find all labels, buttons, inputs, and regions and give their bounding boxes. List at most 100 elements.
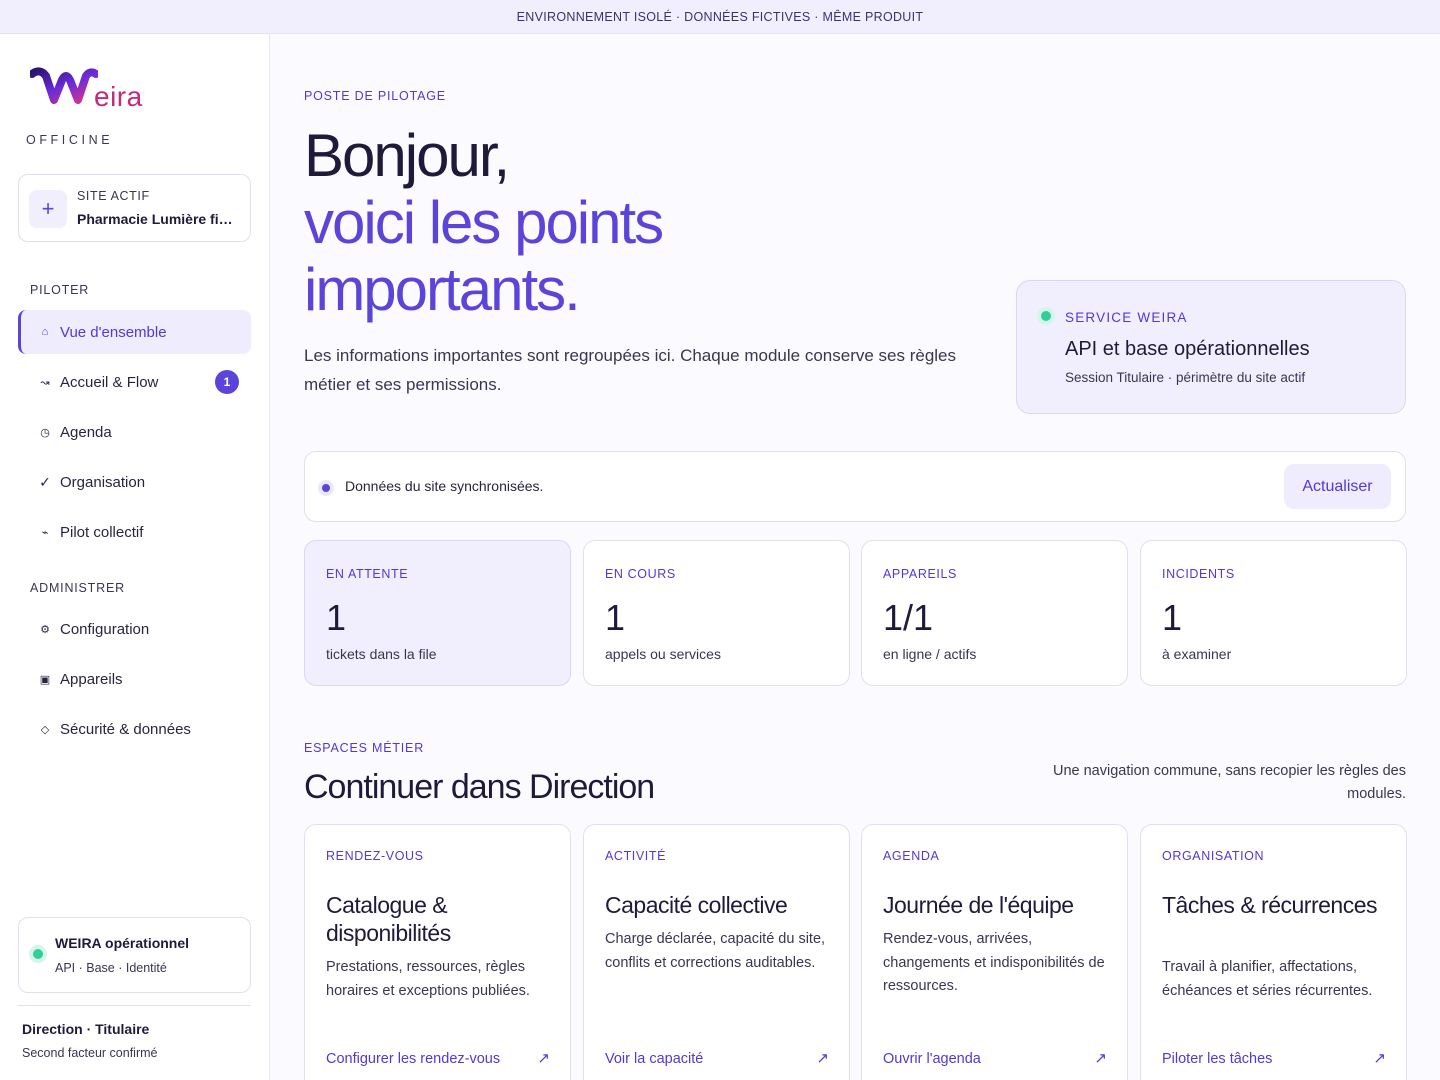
- site-label: SITE ACTIF: [77, 189, 150, 203]
- arrow-up-right-icon[interactable]: ↗: [816, 1049, 829, 1067]
- view-capacity-link[interactable]: Voir la capacité: [605, 1051, 703, 1067]
- service-title: API et base opérationnelles: [1065, 338, 1310, 360]
- stat-value: 1: [605, 597, 626, 638]
- stat-card-waiting[interactable]: EN ATTENTE 1 tickets dans la file: [304, 540, 571, 686]
- card-description: Rendez-vous, arrivées, changements et in…: [883, 931, 1105, 994]
- title-line-3: importants.: [304, 256, 581, 323]
- card-title: Journée de l'équipe: [883, 892, 1074, 918]
- device-icon: ▣: [39, 673, 51, 686]
- gear-icon: ⚙: [40, 623, 50, 636]
- sync-status-bar: Données du site synchronisées. Actualise…: [304, 451, 1406, 522]
- stat-subtitle: tickets dans la file: [326, 646, 437, 662]
- stat-value: 1: [1162, 597, 1183, 638]
- spaces-title: Continuer dans Direction: [304, 768, 655, 806]
- stat-label: APPAREILS: [883, 567, 957, 581]
- card-description: Prestations, ressources, règles horaires…: [326, 959, 530, 999]
- site-name: Pharmacie Lumière fictive: [77, 211, 239, 227]
- sidebar-item-label: Appareils: [60, 670, 123, 688]
- hero-eyebrow: POSTE DE PILOTAGE: [304, 89, 446, 103]
- plus-icon: +: [29, 190, 67, 228]
- service-subtitle: Session Titulaire · périmètre du site ac…: [1065, 370, 1306, 385]
- environment-banner: ENVIRONNEMENT ISOLÉ · DONNÉES FICTIVES ·…: [0, 0, 1440, 34]
- brand-subtitle: OFFICINE: [26, 133, 114, 147]
- diamond-icon: ◇: [40, 723, 50, 736]
- status-online-icon: [1041, 311, 1051, 321]
- sidebar-item-organisation[interactable]: ✓ Organisation: [18, 460, 251, 504]
- refresh-button[interactable]: Actualiser: [1284, 464, 1391, 509]
- stat-label: INCIDENTS: [1162, 567, 1235, 581]
- active-site-selector[interactable]: + SITE ACTIF Pharmacie Lumière fictive: [18, 174, 251, 242]
- nav-section-administrer: ADMINISTRER: [30, 581, 125, 595]
- card-label: ORGANISATION: [1162, 849, 1265, 863]
- spaces-note: Une navigation commune, sans recopier le…: [1052, 763, 1406, 802]
- space-card-activite[interactable]: ACTIVITÉ Capacité collective Charge décl…: [583, 824, 850, 1080]
- stat-subtitle: à examiner: [1162, 646, 1232, 662]
- sidebar-item-configuration[interactable]: ⚙ Configuration: [18, 607, 251, 651]
- spaces-eyebrow: ESPACES MÉTIER: [304, 741, 425, 755]
- home-icon: ⌂: [41, 326, 49, 338]
- service-label: SERVICE WEIRA: [1065, 310, 1188, 325]
- page-lead: Les informations importantes sont regrou…: [304, 346, 957, 394]
- title-line-1: Bonjour,: [304, 122, 510, 189]
- card-title: Capacité collective: [605, 892, 788, 918]
- sidebar-item-label: Sécurité & données: [60, 720, 191, 738]
- notification-badge: 1: [215, 370, 239, 394]
- sidebar-item-label: Configuration: [60, 620, 150, 638]
- sidebar-item-label: Accueil & Flow: [60, 373, 159, 391]
- stat-subtitle: en ligne / actifs: [883, 646, 977, 662]
- sidebar-item-label: Organisation: [60, 473, 146, 491]
- flow-icon: ↝: [40, 376, 50, 389]
- weira-logo-icon: [30, 67, 98, 104]
- sidebar-item-overview[interactable]: ⌂ Vue d'ensemble: [18, 310, 251, 354]
- stat-card-devices[interactable]: APPAREILS 1/1 en ligne / actifs: [861, 540, 1128, 686]
- card-description: Charge déclarée, capacité du site, confl…: [605, 931, 826, 971]
- status-title: WEIRA opérationnel: [55, 935, 190, 951]
- weira-logo[interactable]: eira: [30, 66, 143, 112]
- stat-card-incidents[interactable]: INCIDENTS 1 à examiner: [1140, 540, 1407, 686]
- sidebar: eira OFFICINE + SITE ACTIF Pharmacie Lum…: [0, 34, 270, 1080]
- arrow-up-right-icon[interactable]: ↗: [537, 1049, 550, 1067]
- configure-appointments-link[interactable]: Configurer les rendez-vous: [326, 1051, 500, 1067]
- card-label: AGENDA: [883, 849, 940, 863]
- space-card-organisation[interactable]: ORGANISATION Tâches & récurrences Travai…: [1140, 824, 1407, 1080]
- card-description: Travail à planifier, affectations, échéa…: [1162, 959, 1373, 999]
- sidebar-item-securite[interactable]: ◇ Sécurité & données: [18, 707, 251, 751]
- arrow-up-right-icon[interactable]: ↗: [1373, 1049, 1386, 1067]
- stat-label: EN COURS: [605, 567, 676, 581]
- clock-icon: ◷: [40, 426, 50, 439]
- stat-subtitle: appels ou services: [605, 646, 721, 662]
- sidebar-item-pilot-collectif[interactable]: ⌁ Pilot collectif: [18, 510, 251, 554]
- status-subtitle: API · Base · Identité: [55, 961, 167, 975]
- system-status-card: WEIRA opérationnel API · Base · Identité: [18, 917, 251, 993]
- sidebar-item-accueil-flow[interactable]: ↝ Accueil & Flow 1: [18, 360, 251, 404]
- title-line-2: voici les points: [304, 189, 664, 256]
- user-name[interactable]: Direction · Titulaire: [22, 1021, 149, 1037]
- manage-tasks-link[interactable]: Piloter les tâches: [1162, 1051, 1272, 1067]
- nav-section-piloter: PILOTER: [30, 283, 90, 297]
- card-label: ACTIVITÉ: [605, 849, 667, 863]
- sidebar-item-label: Vue d'ensemble: [60, 323, 167, 341]
- pulse-icon: ⌁: [41, 526, 49, 539]
- sidebar-item-appareils[interactable]: ▣ Appareils: [18, 657, 251, 701]
- card-title: Catalogue & disponibilités: [326, 892, 451, 946]
- arrow-up-right-icon[interactable]: ↗: [1094, 1049, 1107, 1067]
- card-label: RENDEZ-VOUS: [326, 849, 424, 863]
- space-card-rendez-vous[interactable]: RENDEZ-VOUS Catalogue & disponibilités P…: [304, 824, 571, 1080]
- sync-dot-icon: [322, 484, 330, 492]
- sidebar-item-label: Agenda: [60, 423, 112, 441]
- page-title: Bonjour, voici les points importants.: [304, 122, 664, 323]
- divider: [18, 1005, 251, 1006]
- main-content: POSTE DE PILOTAGE Bonjour, voici les poi…: [270, 34, 1440, 1080]
- sidebar-item-label: Pilot collectif: [60, 523, 144, 541]
- space-card-agenda[interactable]: AGENDA Journée de l'équipe Rendez-vous, …: [861, 824, 1128, 1080]
- user-security-status: Second facteur confirmé: [22, 1046, 158, 1060]
- stat-label: EN ATTENTE: [326, 567, 409, 581]
- sidebar-item-agenda[interactable]: ◷ Agenda: [18, 410, 251, 454]
- status-online-icon: [33, 949, 43, 959]
- open-agenda-link[interactable]: Ouvrir l'agenda: [883, 1051, 981, 1067]
- logo-text: eira: [94, 81, 143, 112]
- card-title: Tâches & récurrences: [1162, 892, 1377, 918]
- stat-value: 1: [326, 597, 347, 638]
- check-icon: ✓: [39, 473, 51, 490]
- stat-card-in-progress[interactable]: EN COURS 1 appels ou services: [583, 540, 850, 686]
